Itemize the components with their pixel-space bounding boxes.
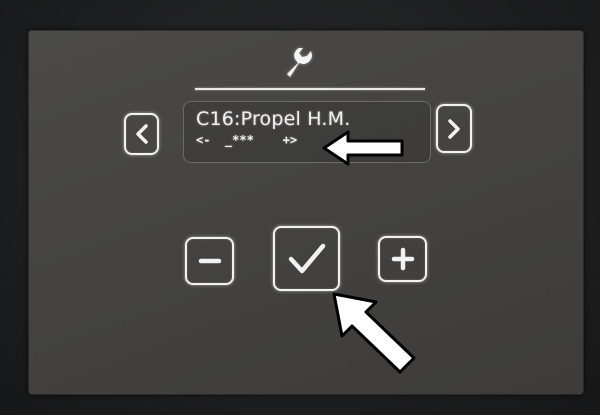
value-indicator: <- _*** +> — [196, 133, 298, 147]
control-panel — [28, 30, 584, 395]
header-divider — [195, 88, 425, 90]
arrow-left-callout-icon — [322, 130, 404, 166]
nav-left-button[interactable] — [124, 113, 159, 155]
checkmark-icon — [288, 243, 325, 273]
wrench-icon — [287, 48, 312, 77]
minus-icon — [198, 258, 221, 264]
plus-icon — [391, 247, 414, 271]
plus-button[interactable] — [378, 236, 427, 282]
minus-button[interactable] — [185, 237, 234, 285]
arrow-up-left-callout-icon — [332, 292, 416, 374]
parameter-label: C16:Propel H.M. — [196, 108, 351, 130]
chevron-right-icon — [448, 118, 460, 139]
chevron-left-icon — [135, 124, 148, 144]
confirm-button[interactable] — [273, 226, 340, 291]
nav-right-button[interactable] — [436, 104, 472, 153]
